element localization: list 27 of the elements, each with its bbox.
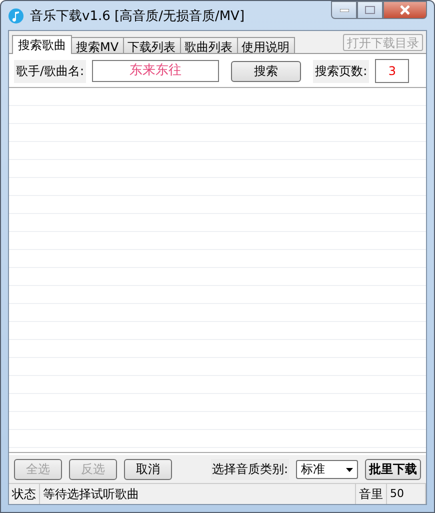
close-icon [399, 5, 411, 15]
maximize-button[interactable] [357, 1, 383, 19]
volume-value: 50 [387, 484, 426, 504]
app-icon [8, 8, 24, 24]
status-message: 等待选择试听歌曲 [40, 484, 356, 504]
pages-field[interactable]: 3 [375, 59, 410, 83]
tab[interactable]: 下载列表 [122, 37, 181, 53]
search-button[interactable]: 搜索 [231, 60, 302, 82]
dropdown-arrow-icon [346, 468, 353, 472]
field-label: 歌手/歌曲名: [14, 60, 86, 82]
action-button[interactable]: 取消 [124, 459, 172, 480]
close-button[interactable] [383, 1, 427, 19]
tab[interactable]: 搜索MV [71, 37, 124, 53]
quality-dropdown[interactable]: 标准 [296, 460, 358, 479]
tab[interactable]: 歌曲列表 [180, 37, 238, 53]
tab[interactable]: 使用说明 [236, 37, 295, 53]
status-label: 状态 [9, 484, 40, 504]
tab[interactable]: 搜索歌曲 [12, 35, 72, 54]
volume-label: 音里 [356, 484, 387, 504]
maximize-icon [365, 6, 375, 14]
batch-download-button[interactable]: 批里下载 [365, 459, 421, 480]
window-title: 音乐下载v1.6 [高音质/无损音质/MV] [30, 8, 245, 24]
search-field[interactable]: 东来东往 [92, 60, 220, 82]
quality-label: 选择音质类别: [210, 459, 289, 480]
minimize-icon [340, 8, 348, 12]
minimize-button[interactable] [331, 1, 357, 19]
pages-label: 搜索页数: [313, 60, 370, 82]
